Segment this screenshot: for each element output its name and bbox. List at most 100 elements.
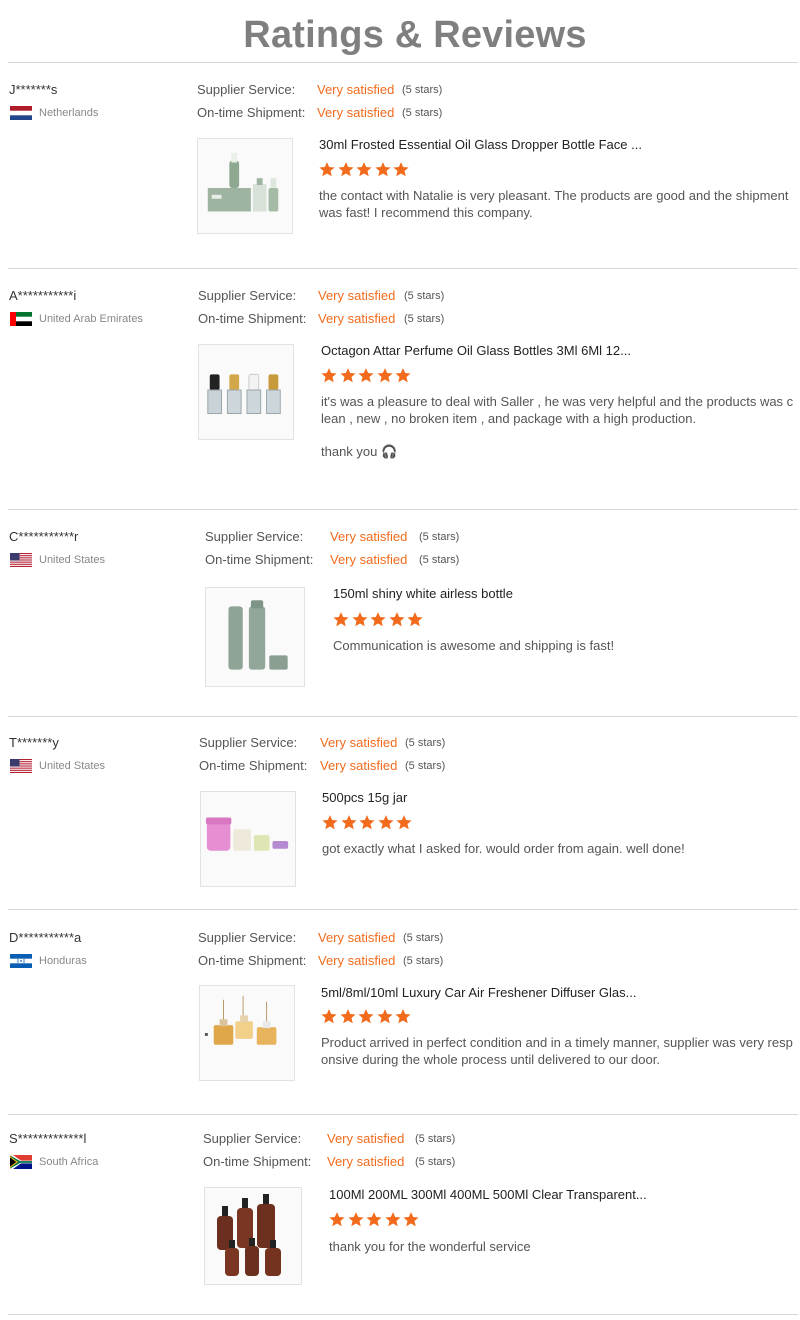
shipment-label: On-time Shipment: [198, 311, 307, 326]
shipment-stars: (5 stars) [419, 554, 460, 566]
review-comment: Product arrived in perfect condition and… [321, 1035, 793, 1067]
supplier-service-value: Very satisfied [320, 735, 398, 750]
review-comment: the contact with Natalie is very pleasan… [319, 188, 789, 220]
supplier-service-value: Very satisfied [318, 930, 396, 945]
review-card: T*******y United States Supplier Service… [0, 735, 800, 895]
divider [8, 268, 798, 269]
star-icon [358, 1009, 374, 1024]
star-icon [395, 368, 411, 383]
supplier-service-value: Very satisfied [318, 288, 396, 303]
usa-flag-icon [10, 553, 32, 567]
shipment-value: Very satisfied [327, 1154, 405, 1169]
shipment-value: Very satisfied [330, 552, 408, 567]
shipment-stars: (5 stars) [415, 1156, 456, 1168]
star-icon [351, 612, 368, 627]
country-name: Honduras [39, 955, 87, 967]
shipment-value: Very satisfied [317, 105, 395, 120]
supplier-service-stars: (5 stars) [402, 84, 443, 96]
star-icon [374, 162, 391, 177]
buyer-country: Honduras [10, 954, 87, 968]
car-freshener-bottles-image[interactable] [199, 985, 295, 1081]
supplier-service-stars: (5 stars) [404, 290, 445, 302]
star-icon [337, 162, 354, 177]
review-comment: it's was a pleasure to deal with Saller … [321, 394, 794, 426]
star-icon [339, 368, 356, 383]
review-comment-extra: thank you 🎧 [321, 444, 398, 459]
buyer-country: United Arab Emirates [10, 312, 143, 326]
supplier-service-label: Supplier Service: [198, 288, 297, 303]
star-icon [340, 815, 357, 830]
star-icon [370, 612, 386, 627]
review-comment: thank you for the wonderful service [329, 1239, 531, 1254]
page-title: Ratings & Reviews [243, 14, 587, 56]
star-icon [403, 1212, 419, 1227]
product-title[interactable]: 100Ml 200ML 300Ml 400ML 500Ml Clear Tran… [329, 1187, 647, 1202]
review-card: C***********r United States Supplier Ser… [0, 529, 800, 699]
product-title[interactable]: 5ml/8ml/10ml Luxury Car Air Freshener Di… [321, 985, 636, 1000]
supplier-service-value: Very satisfied [327, 1131, 405, 1146]
shipment-stars: (5 stars) [402, 107, 443, 119]
shipment-stars: (5 stars) [404, 313, 445, 325]
green-dropper-bottles-image[interactable] [197, 138, 293, 234]
supplier-service-label: Supplier Service: [199, 735, 298, 750]
star-icon [319, 162, 335, 177]
divider [8, 1314, 798, 1315]
divider [8, 909, 798, 910]
review-comment: got exactly what I asked for. would orde… [322, 841, 685, 856]
star-icon [407, 612, 423, 627]
rating-stars [332, 611, 425, 628]
supplier-service-stars: (5 stars) [415, 1133, 456, 1145]
star-icon [329, 1212, 345, 1227]
buyer-country: United States [10, 553, 105, 567]
star-icon [339, 1009, 356, 1024]
review-card: D***********a Honduras Supplier Service:… [0, 930, 800, 1100]
octagon-perfume-bottles-image[interactable] [198, 344, 294, 440]
review-card: S*************l South Africa Supplier Se… [0, 1131, 800, 1301]
divider [8, 509, 798, 510]
shipment-label: On-time Shipment: [197, 105, 306, 120]
product-title[interactable]: 30ml Frosted Essential Oil Glass Dropper… [319, 137, 642, 152]
buyer-name: T*******y [9, 735, 59, 750]
rating-stars [320, 367, 413, 384]
supplier-service-label: Supplier Service: [198, 930, 297, 945]
country-name: United Arab Emirates [39, 313, 143, 325]
shipment-label: On-time Shipment: [203, 1154, 312, 1169]
star-icon [321, 1009, 337, 1024]
product-title[interactable]: 500pcs 15g jar [322, 790, 407, 805]
star-icon [356, 162, 372, 177]
rating-stars [328, 1211, 421, 1228]
star-icon [396, 815, 412, 830]
star-icon [376, 1009, 393, 1024]
country-name: United States [39, 760, 106, 772]
country-name: United States [39, 554, 106, 566]
buyer-name: S*************l [9, 1131, 87, 1146]
product-title[interactable]: Octagon Attar Perfume Oil Glass Bottles … [321, 343, 631, 358]
buyer-country: United States [10, 759, 105, 773]
star-icon [395, 1009, 411, 1024]
star-icon [388, 612, 405, 627]
review-card: A***********i United Arab Emirates Suppl… [0, 288, 800, 498]
buyer-country: South Africa [10, 1155, 98, 1169]
star-icon [359, 815, 375, 830]
divider [8, 62, 798, 63]
star-icon [321, 368, 337, 383]
buyer-name: A***********i [9, 288, 77, 303]
honduras-flag-icon [10, 954, 32, 968]
buyer-name: J*******s [9, 82, 58, 97]
product-title[interactable]: 150ml shiny white airless bottle [333, 586, 513, 601]
buyer-country: Netherlands [10, 106, 98, 120]
supplier-service-value: Very satisfied [330, 529, 408, 544]
shipment-label: On-time Shipment: [198, 953, 307, 968]
usa-flag-icon [10, 759, 32, 773]
amber-pump-bottles-image[interactable] [204, 1187, 302, 1285]
uae-flag-icon [10, 312, 32, 326]
airless-bottles-image[interactable] [205, 587, 305, 687]
cosmetic-jars-image[interactable] [200, 791, 296, 887]
star-icon [347, 1212, 364, 1227]
supplier-service-label: Supplier Service: [205, 529, 304, 544]
shipment-value: Very satisfied [318, 311, 396, 326]
star-icon [377, 815, 394, 830]
supplier-service-label: Supplier Service: [197, 82, 296, 97]
buyer-name: D***********a [9, 930, 82, 945]
shipment-stars: (5 stars) [403, 955, 444, 967]
